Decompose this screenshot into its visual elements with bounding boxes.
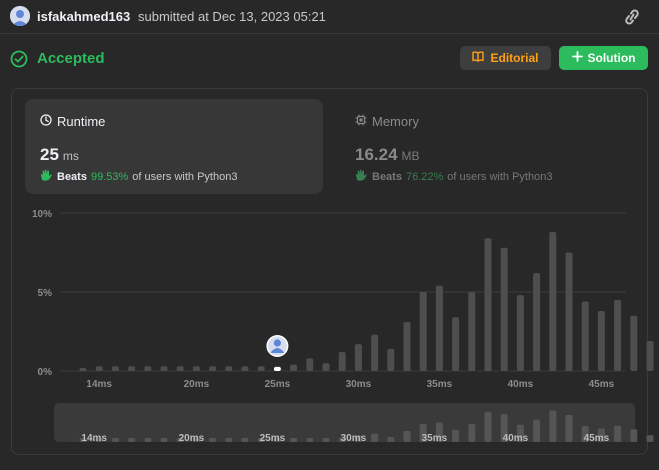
minimap-bar	[468, 424, 476, 442]
chart-bar[interactable]	[290, 364, 298, 371]
chart-bar[interactable]	[500, 247, 508, 371]
minimap-tick-label: 25ms	[260, 433, 286, 444]
minimap-tick-label: 20ms	[179, 433, 205, 444]
chart-bar[interactable]	[144, 366, 152, 371]
chart-bar[interactable]	[468, 292, 476, 371]
x-tick-label: 30ms	[346, 379, 372, 390]
chart-bar[interactable]	[338, 352, 346, 371]
x-tick-label: 20ms	[184, 379, 210, 390]
minimap-bar	[646, 435, 654, 442]
chart-bar[interactable]	[176, 366, 184, 371]
chart-bar[interactable]	[192, 366, 200, 371]
minimap-bar	[452, 429, 460, 442]
minimap-bar	[306, 438, 314, 442]
chart-bar[interactable]	[597, 310, 605, 371]
minimap-bar	[630, 429, 638, 442]
minimap-bar	[484, 411, 492, 442]
chart-bar[interactable]	[565, 252, 573, 372]
chart-bar[interactable]	[419, 292, 427, 371]
chart-bar[interactable]	[111, 366, 119, 371]
chart-bar[interactable]	[371, 334, 379, 371]
minimap-bar	[371, 433, 379, 442]
chart-bar[interactable]	[403, 322, 411, 371]
chart-bar[interactable]	[614, 299, 622, 371]
minimap-tick-label: 40ms	[503, 433, 529, 444]
chart-bar[interactable]	[225, 366, 233, 371]
chart-bar[interactable]	[79, 367, 87, 371]
runtime-distribution-chart[interactable]: 0% 5% 10% 14ms 20ms 25ms 30ms 35ms 40ms 45ms 14ms 2…	[0, 0, 659, 470]
chart-bar[interactable]	[452, 317, 460, 371]
chart-bar[interactable]	[549, 231, 557, 371]
minimap-bar	[387, 436, 395, 442]
minimap-bar	[144, 438, 152, 442]
chart-bar[interactable]	[533, 273, 541, 371]
chart-bar[interactable]	[581, 301, 589, 371]
chart-bar[interactable]	[646, 340, 654, 371]
chart-bar[interactable]	[95, 366, 103, 371]
chart-bar[interactable]	[354, 344, 362, 371]
chart-bar[interactable]	[128, 366, 136, 371]
chart-bar[interactable]	[387, 348, 395, 371]
minimap-bar	[565, 415, 573, 442]
user-runtime-bar[interactable]	[273, 367, 281, 371]
minimap-bar	[241, 438, 249, 442]
minimap-bar	[128, 438, 136, 442]
minimap-bar	[322, 438, 330, 442]
chart-bar[interactable]	[209, 366, 217, 371]
minimap-bar	[290, 438, 298, 442]
y-tick-label: 10%	[32, 209, 52, 220]
minimap-bar	[111, 438, 119, 442]
minimap-tick-label: 30ms	[341, 433, 367, 444]
minimap-bar	[533, 419, 541, 442]
chart-bar[interactable]	[630, 315, 638, 371]
y-tick-label: 0%	[38, 367, 53, 378]
x-tick-label: 45ms	[589, 379, 615, 390]
minimap-bar	[549, 410, 557, 442]
x-tick-label: 14ms	[86, 379, 112, 390]
chart-bar[interactable]	[484, 238, 492, 371]
x-tick-label: 35ms	[427, 379, 453, 390]
y-tick-label: 5%	[38, 288, 53, 299]
chart-bar[interactable]	[516, 295, 524, 371]
minimap-tick-label: 35ms	[422, 433, 448, 444]
chart-bar[interactable]	[241, 366, 249, 371]
minimap-bar	[225, 438, 233, 442]
minimap-bar	[160, 438, 168, 442]
minimap-bar	[614, 425, 622, 442]
chart-bar[interactable]	[257, 366, 265, 371]
chart-bar[interactable]	[160, 366, 168, 371]
chart-bar[interactable]	[322, 363, 330, 371]
minimap-bar	[403, 430, 411, 442]
chart-bar[interactable]	[306, 358, 314, 371]
x-tick-label: 25ms	[265, 379, 291, 390]
chart-bar[interactable]	[435, 285, 443, 371]
user-avatar-marker[interactable]	[266, 335, 289, 357]
minimap-bar	[209, 438, 217, 442]
minimap-tick-label: 45ms	[584, 433, 610, 444]
x-tick-label: 40ms	[508, 379, 534, 390]
minimap-tick-label: 14ms	[81, 433, 107, 444]
